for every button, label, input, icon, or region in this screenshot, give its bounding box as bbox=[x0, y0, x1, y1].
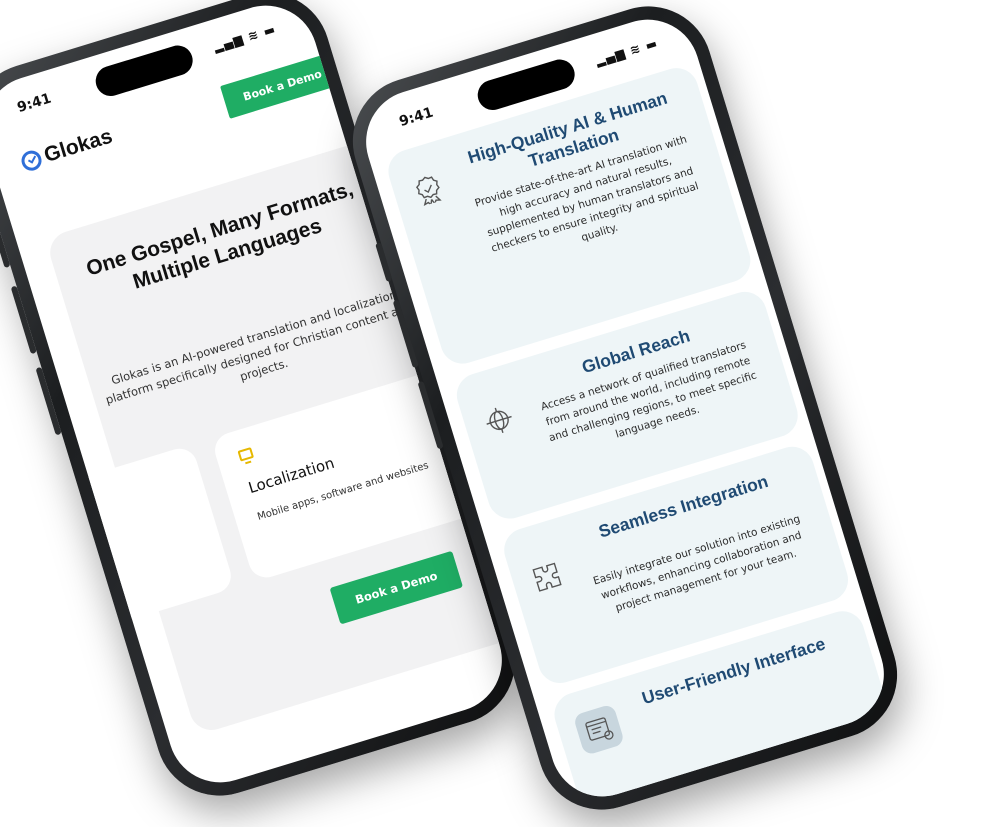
hero-title: One Gospel, Many Formats, Multiple Langu… bbox=[83, 177, 356, 294]
dynamic-island bbox=[91, 41, 197, 100]
feature-card-partial bbox=[76, 444, 236, 623]
book-demo-button[interactable]: Book a Demo bbox=[329, 550, 464, 625]
globe-icon bbox=[477, 398, 522, 443]
phone-side-button bbox=[0, 228, 11, 269]
puzzle-icon bbox=[525, 555, 570, 600]
interface-window-icon bbox=[572, 703, 626, 756]
status-icons: ▂▄▆ ≋ ▬ bbox=[211, 21, 278, 55]
book-demo-header-button[interactable]: Book a Demo bbox=[220, 51, 345, 119]
feature-description: Mobile apps, software and websites bbox=[256, 460, 431, 523]
status-time: 9:41 bbox=[15, 90, 54, 117]
award-ribbon-icon bbox=[406, 166, 451, 211]
status-icons: ▂▄▆ ≋ ▬ bbox=[593, 35, 660, 69]
brand-logo[interactable]: Glokas bbox=[18, 125, 115, 175]
monitor-icon bbox=[237, 447, 255, 462]
status-time: 9:41 bbox=[397, 104, 436, 131]
brand-name: Glokas bbox=[41, 124, 116, 168]
check-circle-icon bbox=[19, 148, 45, 174]
